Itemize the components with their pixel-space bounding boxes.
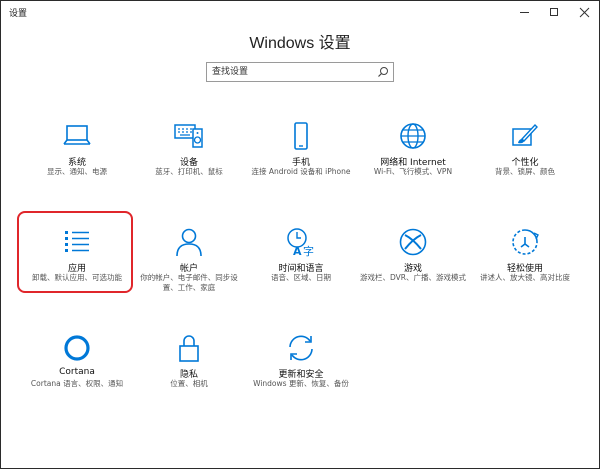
paint-icon [512,123,538,146]
tile-network[interactable]: 网络和 Internet Wi-Fi、飞行模式、VPN [358,111,468,201]
minimize-icon[interactable] [509,1,539,23]
tile-personalization[interactable]: 个性化 背景、锁屏、颜色 [470,111,580,201]
apps-list-icon [65,231,89,252]
title-bar: 设置 [1,1,599,23]
xbox-icon [399,228,427,256]
tile-description: Windows 更新、恢复、备份 [253,379,349,388]
lock-icon [179,335,199,362]
page-title: Windows 设置 [249,35,351,52]
tile-devices[interactable]: 设备 蓝牙、打印机、鼠标 [134,111,244,201]
tile-description: Wi-Fi、飞行模式、VPN [373,167,453,176]
tile-privacy[interactable]: 隐私 位置、相机 [134,323,244,413]
tile-description: Cortana 语言、权限、通知 [30,379,124,388]
tile-description: 连接 Android 设备和 iPhone [251,167,351,176]
keyboard-speaker-icon [174,124,203,148]
phone-icon [294,122,308,150]
cortana-icon [64,335,90,361]
tile-cortana[interactable]: Cortana Cortana 语言、权限、通知 [22,323,132,413]
laptop-icon [63,125,91,145]
tile-description: 位置、相机 [170,379,208,388]
tile-description: 卸载、默认应用、可选功能 [32,273,122,282]
tile-description: 背景、锁屏、颜色 [495,167,555,176]
tile-description: 语音、区域、日期 [271,273,331,282]
tile-description: 蓝牙、打印机、鼠标 [155,167,223,176]
tile-update-security[interactable]: 更新和安全 Windows 更新、恢复、备份 [246,323,356,413]
tile-description: 你的帐户、电子邮件、同步设置、工作、家庭 [140,273,238,292]
tile-description: 显示、通知、电源 [47,167,107,176]
search-box[interactable] [206,62,394,82]
close-icon[interactable] [569,1,599,23]
tile-phone[interactable]: 手机 连接 Android 设备和 iPhone [246,111,356,201]
tile-description: 游戏栏、DVR、广播、游戏模式 [360,273,466,282]
tile-description: 讲述人、放大镜、高对比度 [480,273,570,282]
ease-of-access-icon [512,229,539,255]
tile-gaming[interactable]: 游戏 游戏栏、DVR、广播、游戏模式 [358,217,468,307]
svg-text:字: 字 [303,244,314,258]
maximize-icon[interactable] [539,1,569,23]
settings-window: 设置 Windows 设置 系统 显示、通知、电源 [0,0,600,469]
search-icon[interactable] [377,66,389,78]
globe-icon [400,123,426,149]
svg-text:A: A [293,245,302,258]
tile-apps[interactable]: 应用 卸载、默认应用、可选功能 [22,217,132,307]
window-title: 设置 [9,9,28,19]
tile-system[interactable]: 系统 显示、通知、电源 [22,111,132,201]
time-language-icon: A 字 [287,228,314,258]
person-icon [176,228,202,257]
tile-time-language[interactable]: A 字 时间和语言 语音、区域、日期 [246,217,356,307]
search-input[interactable] [207,63,372,81]
tile-ease-of-access[interactable]: 轻松使用 讲述人、放大镜、高对比度 [470,217,580,307]
tile-title: Cortana [59,367,95,377]
tile-accounts[interactable]: 帐户 你的帐户、电子邮件、同步设置、工作、家庭 [134,217,244,307]
sync-icon [289,335,313,361]
